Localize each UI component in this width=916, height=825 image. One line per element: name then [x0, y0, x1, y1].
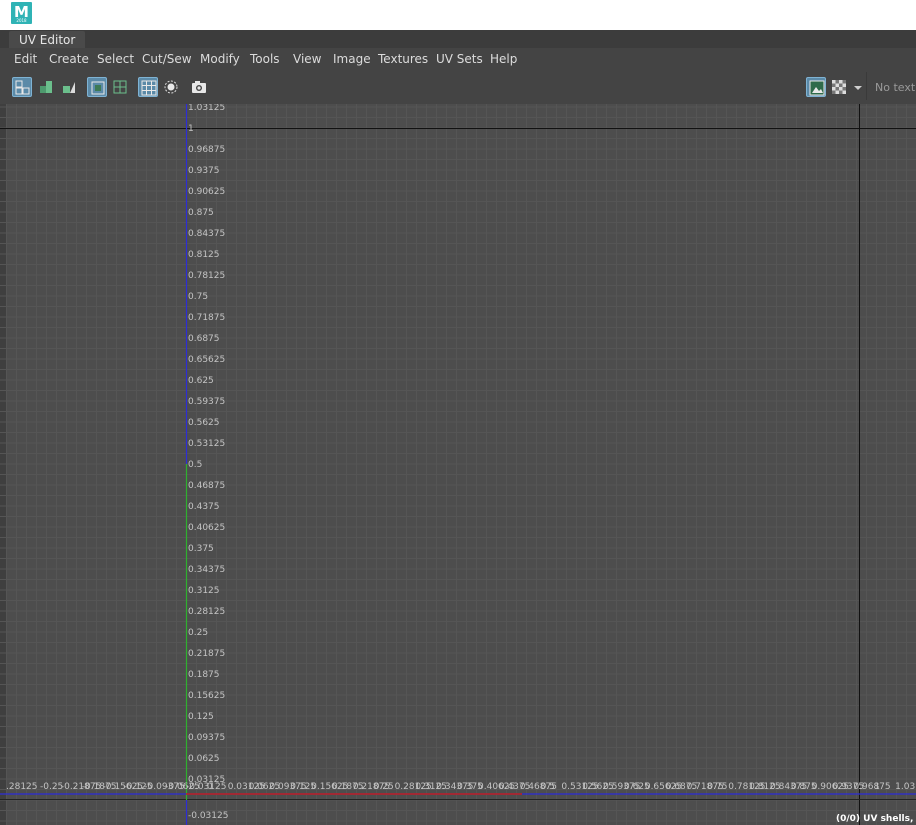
v-tick-label: 0.15625 — [188, 691, 225, 701]
menu-edit[interactable]: Edit — [14, 51, 37, 67]
u-tick-label: 0.96875 — [853, 782, 890, 792]
menu-create[interactable]: Create — [49, 51, 89, 67]
v-tick-label: 0.65625 — [188, 355, 225, 365]
tab-uv-editor[interactable]: UV Editor — [9, 31, 86, 48]
menu-textures[interactable]: Textures — [378, 51, 428, 67]
title-bar: M 2018 — [0, 0, 916, 30]
v-tick-label: 0.78125 — [188, 271, 225, 281]
menu-tools[interactable]: Tools — [250, 51, 280, 67]
menu-select[interactable]: Select — [97, 51, 134, 67]
u-tick-label: 0.5 — [541, 782, 555, 792]
v-tick-label: 0.09375 — [188, 733, 225, 743]
v-tick-label: 0.4375 — [188, 502, 220, 512]
v-tick-label: 0.875 — [188, 208, 214, 218]
v-tick-label: 0.46875 — [188, 481, 225, 491]
v-tick-label: 0.25 — [188, 628, 208, 638]
v-tick-label: 0.125 — [188, 712, 214, 722]
v-tick-label: 0.375 — [188, 544, 214, 554]
u-tick-label-left: .28125 — [6, 782, 38, 792]
v-tick-label: 0.6875 — [188, 334, 220, 344]
checker-icon[interactable] — [829, 77, 849, 97]
menu-image[interactable]: Image — [333, 51, 371, 67]
u-tick-label: 0 — [207, 782, 213, 792]
menu-modify[interactable]: Modify — [200, 51, 240, 67]
uv-grid-icon[interactable] — [138, 77, 158, 97]
u-tick-label: 1 — [874, 782, 880, 792]
toolbar — [0, 71, 916, 104]
uv-frame-icon[interactable] — [87, 77, 107, 97]
maya-logo: M 2018 — [11, 2, 32, 24]
logo-version: 2018 — [16, 18, 27, 23]
v-tick-label: 0.71875 — [188, 313, 225, 323]
status-readout: (0/0) UV shells, ( — [836, 814, 916, 824]
v-tick-label: 0.3125 — [188, 586, 220, 596]
uv-rotate-icon[interactable] — [59, 77, 79, 97]
uv-shade-icon[interactable] — [161, 77, 181, 97]
v-tick-label: 0.5625 — [188, 418, 220, 428]
v-tick-label: 0.0625 — [188, 754, 220, 764]
v-tick-label: 0.59375 — [188, 397, 225, 407]
v-tick-label: -0.03125 — [188, 811, 228, 821]
uv-grid-canvas[interactable]: 1.0312510.968750.93750.906250.8750.84375… — [0, 104, 916, 825]
texture-selector[interactable]: No textu — [866, 72, 916, 100]
menu-help[interactable]: Help — [490, 51, 517, 67]
v-tick-label: 0.21875 — [188, 649, 225, 659]
v-tick-label: 0.90625 — [188, 187, 225, 197]
v-tick-label: 1 — [188, 124, 194, 134]
v-tick-label: 1.03125 — [188, 104, 225, 113]
u-tick-label: 0.75 — [707, 782, 727, 792]
menu-view[interactable]: View — [293, 51, 321, 67]
uv-shell-grid-icon[interactable] — [12, 77, 32, 97]
v-tick-label: 0.40625 — [188, 523, 225, 533]
v-tick-label: 0.34375 — [188, 565, 225, 575]
u-tick-label: 0.25 — [374, 782, 394, 792]
u-tick-label: 1.03125 — [895, 782, 916, 792]
v-tick-label: 0.28125 — [188, 607, 225, 617]
menu-cut-sew[interactable]: Cut/Sew — [142, 51, 192, 67]
v-tick-label: 0.5 — [188, 460, 202, 470]
v-tick-label: 0.625 — [188, 376, 214, 386]
v-tick-label: 0.53125 — [188, 439, 225, 449]
menu-bar: Edit Create Select Cut/Sew Modify Tools … — [0, 48, 916, 70]
tab-bar: UV Editor — [0, 30, 916, 48]
v-tick-label: 0.8125 — [188, 250, 220, 260]
dropdown-arrow-icon[interactable] — [851, 77, 865, 97]
image-display-icon[interactable] — [806, 77, 826, 97]
menu-uv-sets[interactable]: UV Sets — [436, 51, 483, 67]
u-tick-label: -0.25 — [40, 782, 63, 792]
uv-viewport[interactable]: 1.03125 1 0.96875 0.9375 0.90625 0.875 0.84375… — [0, 104, 916, 825]
snapshot-icon[interactable] — [189, 77, 209, 97]
uv-frame-all-icon[interactable] — [110, 77, 130, 97]
v-tick-label: 0.96875 — [188, 145, 225, 155]
v-tick-label: 0.9375 — [188, 166, 220, 176]
v-tick-label: 0.1875 — [188, 670, 220, 680]
v-tick-label: 0.75 — [188, 292, 208, 302]
uv-flip-icon[interactable] — [36, 77, 56, 97]
v-tick-label: 0.84375 — [188, 229, 225, 239]
